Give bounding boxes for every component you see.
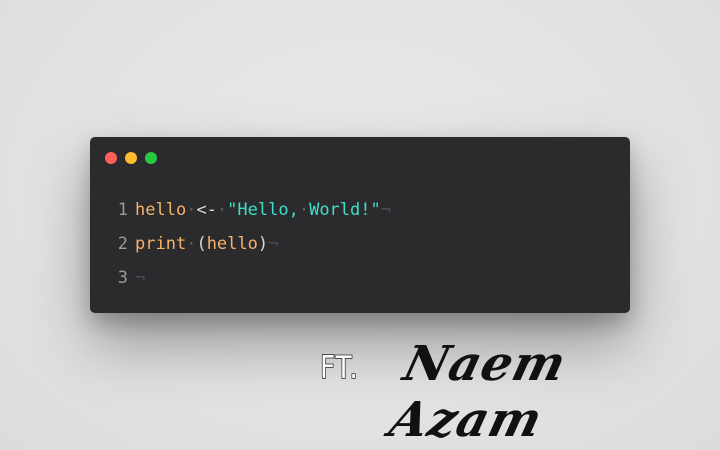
- code-token: hello: [135, 200, 187, 220]
- line-number: 2: [117, 234, 128, 254]
- code-line: 3 ¬: [112, 261, 391, 295]
- code-token: hello: [206, 234, 258, 254]
- line-number: 3: [117, 268, 128, 288]
- code-token: ·: [186, 234, 197, 254]
- code-token: <-: [196, 200, 217, 220]
- code-window: 1 hello·<-·"Hello,·World!"¬ 2 print·(hello)…: [90, 137, 630, 313]
- code-token: ¬: [268, 234, 279, 254]
- code-token: (: [196, 234, 207, 254]
- code-token: ·: [186, 200, 197, 220]
- code-block: 1 hello·<-·"Hello,·World!"¬ 2 print·(hello)…: [112, 193, 391, 295]
- minimize-icon[interactable]: [125, 152, 137, 164]
- credit-prefix: FT.: [319, 349, 359, 387]
- code-token: ¬: [135, 268, 146, 288]
- code-token: ¬: [380, 200, 391, 220]
- code-token: World!": [309, 200, 381, 220]
- line-number: 1: [117, 200, 128, 220]
- code-token: print: [135, 234, 187, 254]
- code-line: 1 hello·<-·"Hello,·World!"¬: [112, 193, 391, 227]
- close-icon[interactable]: [105, 152, 117, 164]
- code-token: ·: [216, 200, 228, 220]
- maximize-icon[interactable]: [145, 152, 157, 164]
- code-token: ): [257, 234, 269, 254]
- window-controls: [105, 152, 157, 164]
- code-line: 2 print·(hello)¬: [112, 227, 391, 261]
- code-token: ·: [298, 200, 310, 220]
- code-token: "Hello,: [227, 200, 299, 220]
- credit-name: Naem Azam: [384, 336, 573, 448]
